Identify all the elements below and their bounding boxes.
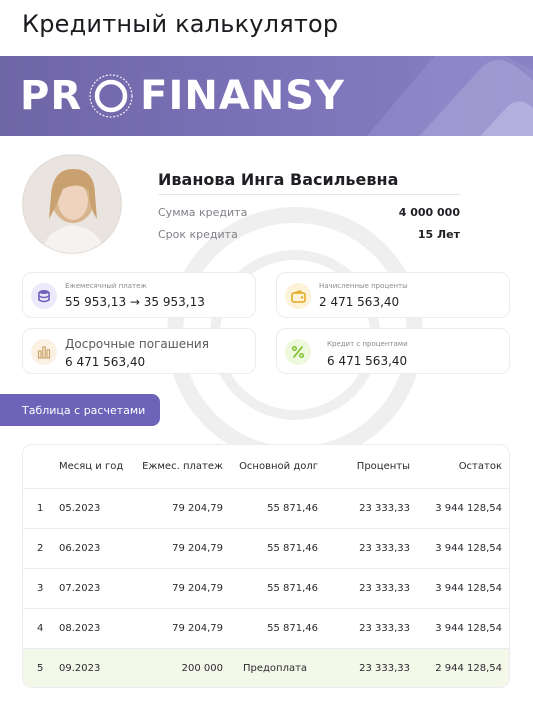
cell-payment: 79 204,79 <box>172 543 223 554</box>
loan-term-label: Срок кредита <box>158 228 238 241</box>
arrow-right-icon: → <box>129 295 140 309</box>
table-row[interactable]: 1 05.2023 79 204,79 55 871,46 23 333,33 … <box>23 489 509 529</box>
header-month-year: Месяц и год <box>59 461 124 472</box>
header-monthly-payment: Ежмес. платеж <box>142 461 223 472</box>
cell-payment: 79 204,79 <box>172 583 223 594</box>
cell-interest: 23 333,33 <box>359 543 410 554</box>
logo-text-right: FINANSY <box>140 73 346 119</box>
cell-month: 09.2023 <box>59 663 101 674</box>
borrower-name: Иванова Инга Васильевна <box>158 170 399 189</box>
card-value: 55 953,13 → 35 953,13 <box>65 295 205 309</box>
table-row[interactable]: 4 08.2023 79 204,79 55 871,46 23 333,33 … <box>23 609 509 649</box>
loan-term-value: 15 Лет <box>417 228 460 241</box>
payment-from: 55 953,13 <box>65 295 127 309</box>
cell-balance: 3 944 128,54 <box>435 623 502 634</box>
card-value: 2 471 563,40 <box>319 295 400 309</box>
cell-principal: 55 871,46 <box>267 543 318 554</box>
card-label: Ежемесячный платеж <box>65 282 147 290</box>
cell-number: 2 <box>37 543 44 554</box>
person-photo-icon <box>23 155 121 253</box>
card-early-repayments: Досрочные погашения 6 471 563,40 <box>22 328 256 374</box>
percent-icon <box>285 339 311 365</box>
coins-stack-icon <box>31 283 57 309</box>
cell-interest: 23 333,33 <box>359 623 410 634</box>
cell-number: 3 <box>37 583 44 594</box>
brand-banner: PR FINANSY <box>0 56 533 136</box>
cell-balance: 3 944 128,54 <box>435 503 502 514</box>
avatar <box>22 154 122 254</box>
table-header: Месяц и год Ежмес. платеж Основной долг … <box>23 445 509 489</box>
cell-payment: 79 204,79 <box>172 503 223 514</box>
cell-number: 1 <box>37 503 44 514</box>
card-monthly-payment: Ежемесячный платеж 55 953,13 → 35 953,13 <box>22 272 256 318</box>
cell-interest: 23 333,33 <box>359 503 410 514</box>
cell-interest: 23 333,33 <box>359 663 410 674</box>
wallet-icon <box>285 283 311 309</box>
name-divider <box>158 194 460 195</box>
header-principal: Основной долг <box>239 461 318 472</box>
loan-amount-label: Сумма кредита <box>158 206 248 219</box>
cell-month: 08.2023 <box>59 623 101 634</box>
cell-month: 05.2023 <box>59 503 101 514</box>
cell-principal: Предоплата <box>243 663 308 674</box>
loan-amount-value: 4 000 000 <box>398 206 460 219</box>
card-accrued-interest: Начисленные проценты 2 471 563,40 <box>276 272 510 318</box>
cell-number: 4 <box>37 623 44 634</box>
table-row-prepayment[interactable]: 5 09.2023 200 000 Предоплата 23 333,33 2… <box>23 649 509 687</box>
payments-table: Месяц и год Ежмес. платеж Основной долг … <box>22 444 510 688</box>
cell-number: 5 <box>37 663 44 674</box>
logo-text-left: PR <box>20 73 83 119</box>
cell-principal: 55 871,46 <box>267 583 318 594</box>
brand-logo: PR FINANSY <box>20 70 345 122</box>
payment-to: 35 953,13 <box>143 295 205 309</box>
bar-chart-icon <box>31 339 57 365</box>
logo-ring-icon <box>89 74 133 118</box>
cell-payment: 200 000 <box>181 663 223 674</box>
cell-principal: 55 871,46 <box>267 623 318 634</box>
cell-balance: 3 944 128,54 <box>435 543 502 554</box>
card-label: Досрочные погашения <box>65 337 209 351</box>
cell-balance: 3 944 128,54 <box>435 583 502 594</box>
card-credit-with-interest: Кредит с процентами 6 471 563,40 <box>276 328 510 374</box>
cell-principal: 55 871,46 <box>267 503 318 514</box>
cell-balance: 2 944 128,54 <box>435 663 502 674</box>
table-row[interactable]: 2 06.2023 79 204,79 55 871,46 23 333,33 … <box>23 529 509 569</box>
header-balance: Остаток <box>458 461 502 472</box>
cell-interest: 23 333,33 <box>359 583 410 594</box>
page-title: Кредитный калькулятор <box>22 10 339 38</box>
card-value: 6 471 563,40 <box>327 354 408 368</box>
cell-payment: 79 204,79 <box>172 623 223 634</box>
cell-month: 07.2023 <box>59 583 101 594</box>
card-value: 6 471 563,40 <box>65 355 146 369</box>
tab-calculation-table[interactable]: Таблица с расчетами <box>0 394 160 426</box>
card-label: Начисленные проценты <box>319 282 408 290</box>
card-label: Кредит с процентами <box>327 340 408 348</box>
header-interest: Проценты <box>356 461 410 472</box>
cell-month: 06.2023 <box>59 543 101 554</box>
table-row[interactable]: 3 07.2023 79 204,79 55 871,46 23 333,33 … <box>23 569 509 609</box>
